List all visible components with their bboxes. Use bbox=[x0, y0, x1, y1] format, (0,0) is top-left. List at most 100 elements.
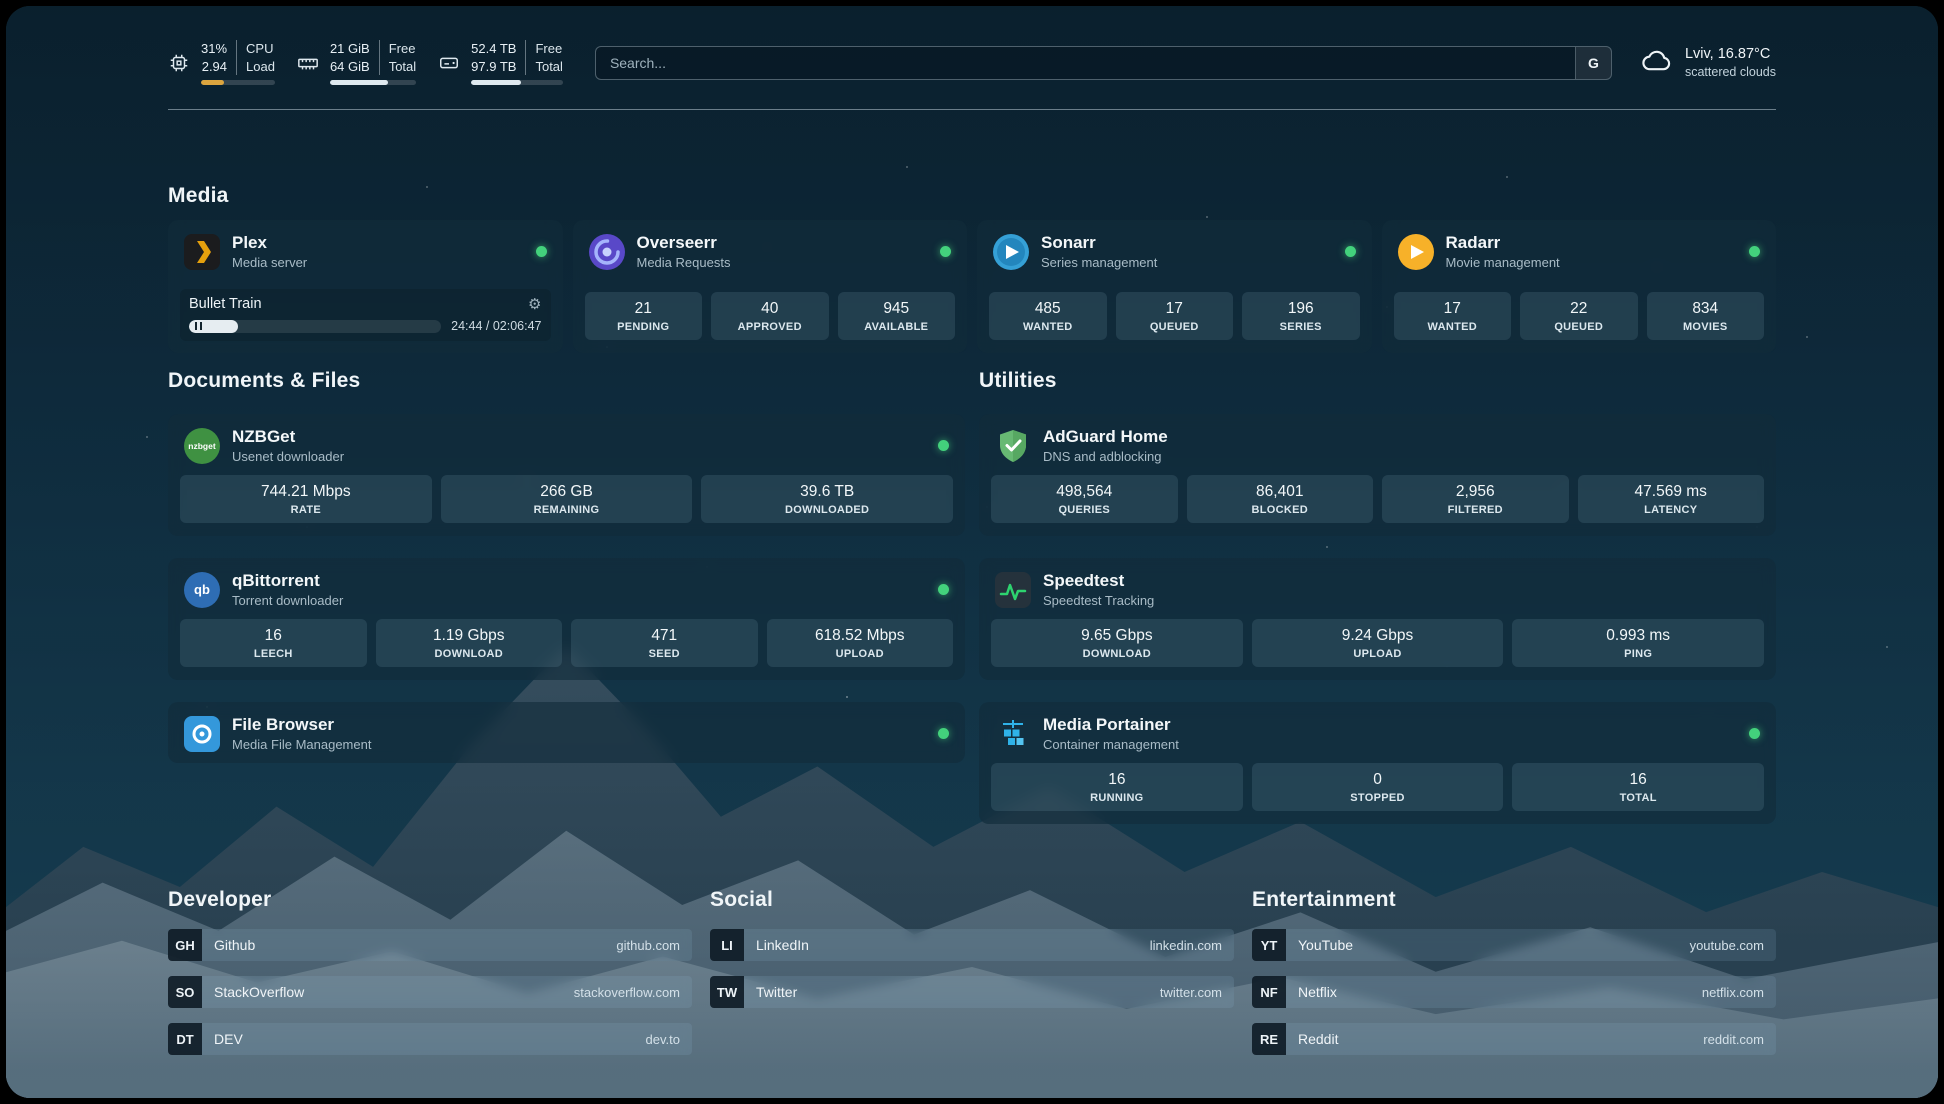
stat-value: 266 GB bbox=[445, 483, 689, 501]
status-dot bbox=[940, 246, 951, 257]
cpu-load-value: 2.94 bbox=[201, 58, 227, 76]
cpu-usage-bar bbox=[201, 80, 275, 85]
app-subtitle: DNS and adblocking bbox=[1043, 449, 1168, 464]
stat-value: 744.21 Mbps bbox=[184, 483, 428, 501]
stat-value: 40 bbox=[715, 300, 825, 318]
radarr-icon bbox=[1398, 234, 1434, 270]
stat-label: STOPPED bbox=[1256, 792, 1500, 804]
playback-progress-bar[interactable] bbox=[189, 320, 441, 333]
media-grid: Plex Media server Bullet Train ⚙ bbox=[168, 220, 1776, 353]
ram-icon bbox=[297, 52, 319, 74]
background-snow-speckles bbox=[6, 6, 8, 8]
cpu-usage-bar-fill bbox=[201, 80, 224, 85]
card-radarr[interactable]: Radarr Movie management 17 WANTED 22 QUE… bbox=[1382, 220, 1777, 353]
stat-label: AVAILABLE bbox=[842, 321, 952, 333]
stat-value: 21 bbox=[589, 300, 699, 318]
header-divider bbox=[168, 109, 1776, 110]
card-overseerr[interactable]: Overseerr Media Requests 21 PENDING 40 A… bbox=[573, 220, 968, 353]
app-subtitle: Usenet downloader bbox=[232, 449, 344, 464]
stat-label: REMAINING bbox=[445, 504, 689, 516]
bookmarks-developer: Developer GH Github github.com SO StackO… bbox=[168, 888, 692, 1070]
stat-value: 16 bbox=[1516, 771, 1760, 789]
stat-value: 86,401 bbox=[1191, 483, 1370, 501]
bookmark-stackoverflow[interactable]: SO StackOverflow stackoverflow.com bbox=[168, 976, 692, 1008]
stat-value: 196 bbox=[1246, 300, 1356, 318]
card-filebrowser[interactable]: File Browser Media File Management bbox=[168, 702, 965, 763]
card-adguard[interactable]: AdGuard Home DNS and adblocking 498,564 … bbox=[979, 414, 1776, 536]
card-speedtest[interactable]: Speedtest Speedtest Tracking 9.65 Gbps D… bbox=[979, 558, 1776, 680]
bookmark-url: reddit.com bbox=[1703, 1032, 1764, 1047]
disk-free-label: Free bbox=[535, 40, 562, 58]
bookmarks-entertainment: Entertainment YT YouTube youtube.com NF … bbox=[1252, 888, 1776, 1070]
card-qbittorrent[interactable]: qb qBittorrent Torrent downloader 16 LEE… bbox=[168, 558, 965, 680]
stat-label: DOWNLOADED bbox=[705, 504, 949, 516]
app-subtitle: Speedtest Tracking bbox=[1043, 593, 1154, 608]
bookmark-linkedin[interactable]: LI LinkedIn linkedin.com bbox=[710, 929, 1234, 961]
stat-tile: 1.19 Gbps DOWNLOAD bbox=[376, 619, 563, 667]
weather-location-temp: Lviv, 16.87°C bbox=[1685, 44, 1776, 64]
stat-value: 47.569 ms bbox=[1582, 483, 1761, 501]
status-dot bbox=[938, 440, 949, 451]
stat-tile: 22 QUEUED bbox=[1520, 292, 1638, 340]
disk-free-value: 52.4 TB bbox=[471, 40, 516, 58]
search-engine-button[interactable]: G bbox=[1575, 47, 1611, 79]
stat-label: FILTERED bbox=[1386, 504, 1565, 516]
bookmark-name: StackOverflow bbox=[214, 984, 304, 1000]
bookmark-name: Github bbox=[214, 937, 255, 953]
stat-label: WANTED bbox=[993, 321, 1103, 333]
pause-icon[interactable] bbox=[195, 322, 202, 330]
speedtest-icon bbox=[995, 572, 1031, 608]
bookmark-url: stackoverflow.com bbox=[574, 985, 680, 1000]
plex-now-playing: Bullet Train ⚙ 24:44 / 02:06:47 bbox=[180, 289, 551, 341]
app-subtitle: Media Requests bbox=[637, 255, 731, 270]
ram-free-label: Free bbox=[389, 40, 416, 58]
stat-value: 16 bbox=[184, 627, 363, 645]
stat-tile: 17 QUEUED bbox=[1116, 292, 1234, 340]
bookmark-abbr: RE bbox=[1252, 1023, 1286, 1055]
stat-label: WANTED bbox=[1398, 321, 1508, 333]
adguard-icon bbox=[995, 428, 1031, 464]
app-name: AdGuard Home bbox=[1043, 427, 1168, 447]
search-input[interactable] bbox=[595, 46, 1612, 80]
card-portainer[interactable]: Media Portainer Container management 16 … bbox=[979, 702, 1776, 824]
disk-readout: 52.4 TB 97.9 TB Free Total bbox=[471, 40, 563, 75]
card-nzbget[interactable]: nzbget NZBGet Usenet downloader 744.21 M… bbox=[168, 414, 965, 536]
stat-tile: 266 GB REMAINING bbox=[441, 475, 693, 523]
section-title-developer: Developer bbox=[168, 888, 692, 912]
cpu-widget: 31% 2.94 CPU Load bbox=[168, 40, 275, 85]
stat-value: 22 bbox=[1524, 300, 1634, 318]
gear-icon[interactable]: ⚙ bbox=[528, 297, 541, 312]
bookmark-github[interactable]: GH Github github.com bbox=[168, 929, 692, 961]
stat-label: QUEUED bbox=[1524, 321, 1634, 333]
bookmarks-social: Social LI LinkedIn linkedin.com TW Twitt… bbox=[710, 888, 1234, 1070]
app-subtitle: Container management bbox=[1043, 737, 1179, 752]
bookmark-name: Reddit bbox=[1298, 1031, 1338, 1047]
stat-value: 9.24 Gbps bbox=[1256, 627, 1500, 645]
status-dot bbox=[536, 246, 547, 257]
app-name: Sonarr bbox=[1041, 233, 1157, 253]
bookmark-twitter[interactable]: TW Twitter twitter.com bbox=[710, 976, 1234, 1008]
stat-label: LATENCY bbox=[1582, 504, 1761, 516]
stat-label: TOTAL bbox=[1516, 792, 1760, 804]
stat-tile: 47.569 ms LATENCY bbox=[1578, 475, 1765, 523]
bookmark-url: twitter.com bbox=[1160, 985, 1222, 1000]
sonarr-icon bbox=[993, 234, 1029, 270]
bookmark-youtube[interactable]: YT YouTube youtube.com bbox=[1252, 929, 1776, 961]
card-sonarr[interactable]: Sonarr Series management 485 WANTED 17 Q… bbox=[977, 220, 1372, 353]
stat-tile: 16 RUNNING bbox=[991, 763, 1243, 811]
stat-tile: 9.65 Gbps DOWNLOAD bbox=[991, 619, 1243, 667]
stat-value: 0 bbox=[1256, 771, 1500, 789]
stat-tile: 485 WANTED bbox=[989, 292, 1107, 340]
ram-usage-bar-fill bbox=[330, 80, 388, 85]
card-plex[interactable]: Plex Media server Bullet Train ⚙ bbox=[168, 220, 563, 353]
app-subtitle: Media File Management bbox=[232, 737, 371, 752]
filebrowser-icon bbox=[184, 716, 220, 752]
bookmark-reddit[interactable]: RE Reddit reddit.com bbox=[1252, 1023, 1776, 1055]
stat-value: 16 bbox=[995, 771, 1239, 789]
bookmark-dev[interactable]: DT DEV dev.to bbox=[168, 1023, 692, 1055]
utilities-column: Utilities AdGuard Home DNS and adblockin… bbox=[979, 369, 1776, 824]
app-subtitle: Series management bbox=[1041, 255, 1157, 270]
ram-usage-bar bbox=[330, 80, 416, 85]
bookmark-netflix[interactable]: NF Netflix netflix.com bbox=[1252, 976, 1776, 1008]
status-dot bbox=[938, 728, 949, 739]
